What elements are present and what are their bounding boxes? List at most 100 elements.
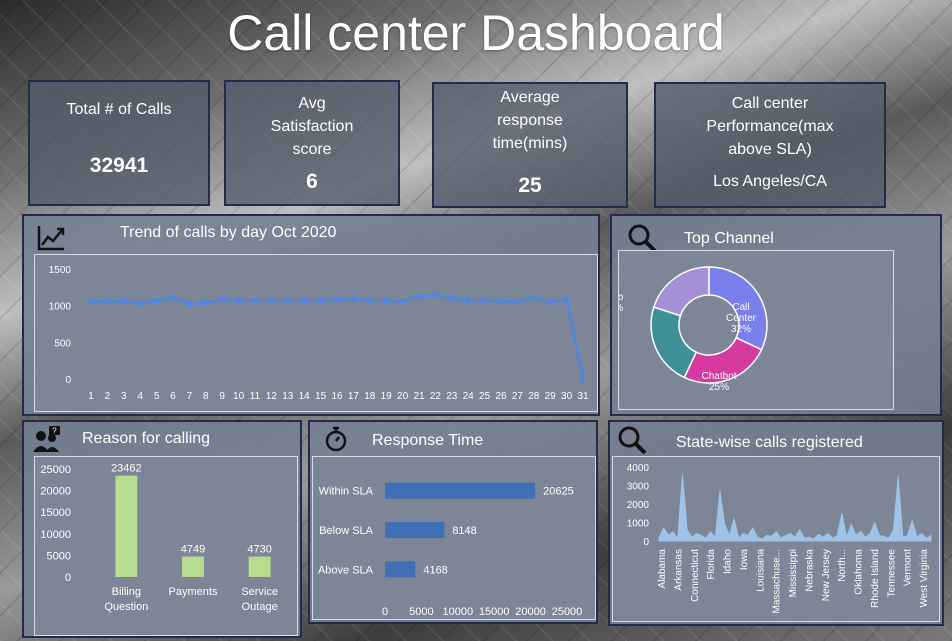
reason-bar-chart: 0 5000 10000 15000 20000 25000 23462 Billing Que… — [40, 463, 278, 613]
trend-x-tick-label: 22 — [430, 391, 442, 402]
state-x-tick-label: North... — [837, 549, 848, 582]
trend-x-tick-label: 15 — [315, 391, 327, 402]
channel-slice-label: Web — [619, 292, 624, 303]
trend-data-point — [514, 298, 521, 305]
kpi-satisfaction-card: Avg Satisfaction score 6 — [224, 80, 400, 206]
reason-y-tick-label: 10000 — [40, 529, 71, 541]
response-x-tick-label: 15000 — [479, 606, 510, 618]
trend-x-tick-label: 7 — [187, 391, 193, 402]
trend-x-tick-label: 4 — [137, 391, 143, 402]
trend-data-point — [252, 297, 258, 304]
trend-x-tick-label: 21 — [413, 391, 425, 402]
trend-x-tick-label: 5 — [154, 391, 160, 402]
trend-data-point — [465, 297, 472, 304]
state-panel-title: State-wise calls registered — [676, 434, 863, 451]
state-y-tick-label: 0 — [643, 537, 649, 548]
trend-data-point — [268, 297, 275, 304]
reason-plot-area: 0 5000 10000 15000 20000 25000 23462 Billing Que… — [34, 456, 298, 636]
state-x-tick-label: Massachuse... — [772, 549, 783, 613]
trend-x-tick-label: 6 — [170, 391, 176, 402]
channel-slice-label: Center — [726, 313, 757, 324]
reason-y-tick-label: 15000 — [40, 507, 71, 519]
channel-slice-label: Call — [732, 302, 749, 313]
state-x-tick-label: Arkansas — [673, 549, 684, 591]
trend-x-tick-label: 1 — [88, 391, 94, 402]
state-y-tick-label: 4000 — [627, 463, 650, 474]
trend-x-tick-label: 29 — [545, 391, 557, 402]
trend-data-point — [120, 298, 127, 305]
channel-donut-chart: CallCenter32%Chatbot25%Email23%Web20% — [582, 266, 768, 393]
state-x-tick-label: Louisiana — [755, 549, 766, 592]
trend-data-point — [547, 299, 554, 305]
response-data-label: 20625 — [543, 486, 574, 498]
trend-x-tick-label: 17 — [348, 391, 360, 402]
response-category-label: Above SLA — [318, 564, 374, 576]
trend-x-tick-label: 30 — [561, 391, 573, 402]
reason-panel: ? Reason for calling 0 5000 10000 15000 2000… — [22, 420, 302, 638]
response-x-tick-label: 10000 — [443, 606, 474, 618]
stopwatch-icon — [325, 426, 347, 452]
trend-data-point — [416, 293, 422, 300]
kpi-total-calls-label: Total # of Calls — [66, 101, 172, 118]
trend-data-point — [153, 297, 160, 304]
trend-data-point — [366, 297, 373, 304]
channel-slice-pct: 25% — [709, 382, 729, 393]
kpi-total-calls-value: 32941 — [89, 154, 149, 177]
reason-category-label: Question — [104, 601, 148, 613]
reason-y-tick-label: 25000 — [40, 464, 71, 476]
reason-data-label: 4749 — [181, 543, 205, 555]
trend-x-tick-label: 28 — [528, 391, 540, 402]
trend-x-tick-label: 25 — [479, 391, 491, 402]
trend-x-tick-label: 13 — [282, 391, 294, 402]
trend-x-tick-label: 10 — [233, 391, 245, 402]
state-x-tick-label: Nebraska — [804, 549, 815, 592]
trend-y-tick-label: 500 — [54, 338, 71, 349]
state-y-tick-label: 2000 — [627, 500, 650, 511]
channel-slice — [650, 306, 698, 379]
trend-data-point — [481, 297, 488, 304]
trend-x-tick-label: 27 — [512, 391, 524, 402]
reason-bar — [248, 556, 271, 577]
kpi-response-label-3: time(mins) — [492, 135, 568, 152]
trend-data-point — [104, 298, 111, 305]
trend-x-tick-label: 16 — [331, 391, 343, 402]
trend-data-point — [563, 296, 570, 303]
trend-data-point — [334, 296, 340, 303]
reason-y-tick-label: 5000 — [47, 550, 71, 562]
trend-data-point — [432, 292, 439, 299]
channel-slice-pct: 20% — [619, 303, 623, 314]
channel-panel-title: Top Channel — [684, 230, 774, 247]
trend-x-tick-label: 23 — [446, 391, 458, 402]
reason-bar — [182, 556, 204, 577]
trend-x-tick-label: 31 — [577, 391, 589, 402]
trend-x-tick-label: 20 — [397, 391, 409, 402]
trend-x-tick-label: 2 — [105, 391, 111, 402]
response-panel: Response Time 0 5000 10000 15000 20000 25000 W… — [308, 420, 598, 624]
trend-series-line — [91, 294, 585, 380]
response-x-tick-label: 20000 — [515, 606, 546, 618]
kpi-satisfaction-label-1: Avg — [298, 95, 326, 112]
kpi-satisfaction-value: 6 — [306, 170, 318, 193]
state-area-series — [658, 474, 932, 542]
state-plot-area: 0 1000 2000 3000 4000 Alabama Arkansas Connecti… — [612, 456, 940, 622]
channel-panel: Top Channel CallCenter32%Chatbot25%Email… — [582, 214, 942, 416]
state-x-tick-label: Vermont — [903, 549, 914, 586]
trend-data-point — [580, 376, 586, 382]
response-panel-title: Response Time — [372, 432, 484, 449]
response-data-label: 4168 — [423, 564, 447, 576]
state-x-tick-label: Oklahoma — [854, 549, 865, 595]
trend-x-tick-label: 14 — [299, 391, 311, 402]
trend-data-point — [202, 299, 209, 306]
trend-x-tick-label: 3 — [121, 391, 127, 402]
dashboard-title: Call center Dashboard — [227, 5, 725, 61]
trend-data-point — [530, 294, 537, 301]
trend-y-tick-label: 1000 — [49, 302, 72, 313]
state-x-tick-label: Florida — [706, 549, 717, 580]
trend-data-point — [235, 297, 242, 304]
response-category-label: Within SLA — [319, 486, 374, 498]
state-x-tick-label: Tennessee — [886, 549, 897, 598]
response-plot-area: 0 5000 10000 15000 20000 25000 Within SLA 20625… — [312, 456, 596, 620]
trend-data-point — [448, 295, 455, 302]
kpi-performance-value: Los Angeles/CA — [713, 173, 827, 190]
response-bar — [385, 561, 416, 578]
